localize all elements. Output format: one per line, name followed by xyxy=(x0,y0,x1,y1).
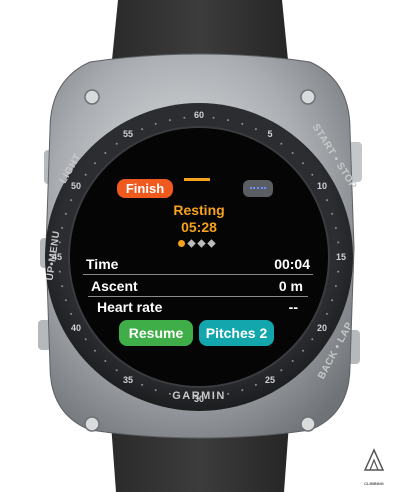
corner-logo-text: CLIMBING xyxy=(364,481,384,486)
row-divider xyxy=(83,274,313,275)
stat-time-label: Time xyxy=(86,256,119,272)
page-dots xyxy=(178,239,222,248)
page-dot xyxy=(187,239,196,248)
mountain-icon xyxy=(363,448,385,471)
stat-heart-rate-value: -- xyxy=(288,299,298,315)
row-divider xyxy=(88,296,308,297)
active-page-indicator xyxy=(184,178,210,181)
page-dot xyxy=(197,239,206,248)
more-options-button[interactable] xyxy=(243,180,273,197)
page-dot-active xyxy=(178,240,185,247)
stat-time-value: 00:04 xyxy=(274,256,310,272)
rest-timer: 05:28 xyxy=(181,219,217,235)
page-dot xyxy=(207,239,216,248)
stat-ascent-label: Ascent xyxy=(91,278,138,294)
stat-ascent-value: 0 m xyxy=(278,278,303,294)
watch-screen: Finish Resting 05:28 Time 00:04 Ascent 0… xyxy=(0,0,400,492)
ellipsis-icon xyxy=(250,187,266,192)
resume-button[interactable]: Resume xyxy=(119,320,193,346)
status-text: Resting xyxy=(173,202,225,218)
stat-heart-rate-label: Heart rate xyxy=(97,299,163,315)
finish-button[interactable]: Finish xyxy=(117,179,173,198)
corner-logo: CLIMBING xyxy=(362,446,386,486)
pitches-button[interactable]: Pitches 2 xyxy=(199,320,274,346)
